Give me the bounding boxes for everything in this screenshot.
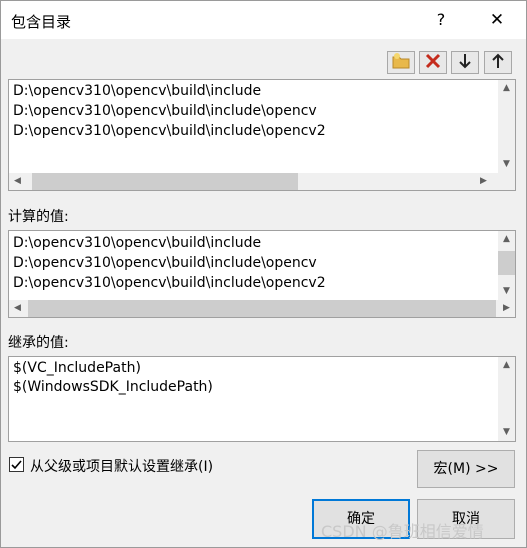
arrow-down-icon	[458, 53, 472, 73]
horizontal-scrollbar[interactable]: ◀ ▶	[9, 173, 515, 190]
arrow-up-icon	[491, 53, 505, 73]
list-item: D:\opencv310\opencv\build\include\opencv	[13, 255, 317, 271]
watermark: CSDN @鲁班相信爱情	[321, 522, 484, 541]
vertical-scrollbar[interactable]: ▲ ▼	[498, 80, 515, 173]
inherited-values-label: 继承的值:	[8, 335, 69, 351]
move-down-button[interactable]	[451, 51, 479, 74]
scroll-down-arrow-icon[interactable]: ▼	[498, 156, 515, 173]
scroll-up-arrow-icon[interactable]: ▲	[498, 231, 515, 248]
inherit-checkbox-label[interactable]: 从父级或项目默认设置继承(I)	[30, 456, 213, 476]
scrollbar-thumb[interactable]	[28, 300, 496, 317]
list-item: D:\opencv310\opencv\build\include\opencv…	[13, 275, 326, 291]
include-directories-dialog: 包含目录 ? ✕ D:\opencv310\opencv\build\inclu…	[0, 0, 527, 548]
help-button[interactable]: ?	[421, 5, 461, 35]
scroll-down-arrow-icon[interactable]: ▼	[498, 283, 515, 300]
scroll-up-arrow-icon[interactable]: ▲	[498, 357, 515, 374]
new-line-button[interactable]	[387, 51, 415, 74]
macro-button[interactable]: 宏(M) >>	[417, 450, 515, 488]
scroll-left-arrow-icon[interactable]: ◀	[9, 173, 26, 190]
inherit-checkbox[interactable]	[9, 457, 24, 472]
computed-values-list: D:\opencv310\opencv\build\include D:\ope…	[8, 230, 516, 318]
list-item: $(VC_IncludePath)	[13, 360, 141, 376]
list-item[interactable]: D:\opencv310\opencv\build\include\opencv…	[13, 123, 326, 139]
new-folder-icon	[391, 52, 411, 74]
list-item: $(WindowsSDK_IncludePath)	[13, 379, 213, 395]
window-title: 包含目录	[11, 13, 72, 31]
scroll-left-arrow-icon[interactable]: ◀	[9, 300, 26, 317]
delete-line-button[interactable]	[419, 51, 447, 74]
scrollbar-thumb[interactable]	[498, 251, 515, 275]
list-item: D:\opencv310\opencv\build\include	[13, 235, 262, 251]
computed-values-label: 计算的值:	[8, 209, 69, 225]
title-bar: 包含目录 ? ✕	[1, 1, 526, 39]
vertical-scrollbar[interactable]: ▲ ▼	[498, 357, 515, 441]
scroll-down-arrow-icon[interactable]: ▼	[498, 424, 515, 441]
scroll-up-arrow-icon[interactable]: ▲	[498, 80, 515, 97]
list-item[interactable]: D:\opencv310\opencv\build\include\opencv	[13, 103, 317, 119]
checkmark-icon	[11, 460, 22, 470]
scroll-right-arrow-icon[interactable]: ▶	[498, 300, 515, 317]
include-paths-list[interactable]: D:\opencv310\opencv\build\include D:\ope…	[8, 79, 516, 191]
list-item[interactable]: D:\opencv310\opencv\build\include	[13, 83, 261, 99]
horizontal-scrollbar[interactable]: ◀ ▶	[9, 300, 515, 317]
vertical-scrollbar[interactable]: ▲ ▼	[498, 231, 515, 300]
close-button[interactable]: ✕	[473, 5, 521, 35]
move-up-button[interactable]	[484, 51, 512, 74]
scrollbar-thumb[interactable]	[32, 173, 298, 190]
delete-icon	[425, 53, 441, 73]
inherited-values-list: $(VC_IncludePath) $(WindowsSDK_IncludePa…	[8, 356, 516, 442]
scroll-right-arrow-icon[interactable]: ▶	[475, 173, 492, 190]
